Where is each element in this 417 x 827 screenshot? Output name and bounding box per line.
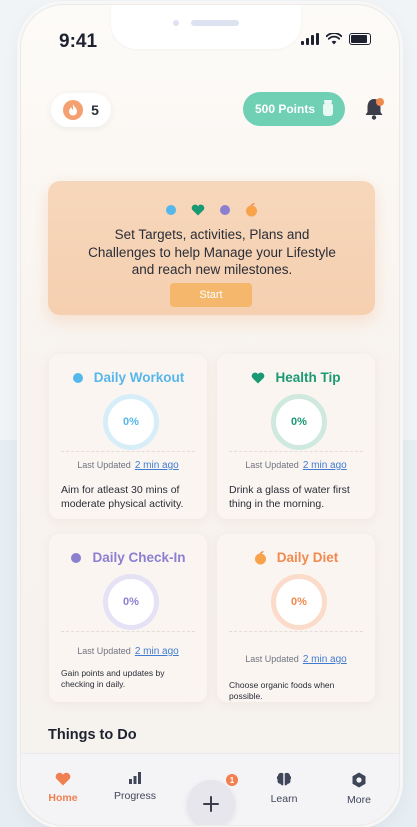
heart-icon [252, 372, 265, 383]
daily-workout-card[interactable]: Daily Workout 0% Last Updated 2 min ago A… [49, 354, 207, 519]
last-updated-link[interactable]: 2 min ago [303, 654, 347, 665]
lifestyle-banner: Set Targets, activities, Plans and Chall… [48, 181, 375, 315]
points-label: 500 Points [254, 102, 316, 116]
apple-icon [246, 203, 257, 217]
card-divider [229, 631, 363, 632]
banner-icon-row [165, 203, 258, 217]
heart-icon [191, 204, 205, 216]
notch-camera [173, 20, 179, 26]
drop-icon [72, 372, 83, 383]
card-title: Health Tip [275, 370, 341, 385]
status-icons [301, 33, 371, 45]
last-updated-label: Last Updated [77, 460, 131, 470]
notch-speaker [191, 20, 239, 26]
progress-percent: 0% [123, 596, 139, 608]
progress-ring: 0% [103, 394, 159, 450]
card-description: Gain points and updates by checking in d… [61, 668, 165, 689]
status-time: 9:41 [59, 31, 98, 52]
banner-message: Set Targets, activities, Plans and Chall… [88, 227, 336, 277]
card-divider [61, 451, 195, 452]
health-tip-card[interactable]: Health Tip 0% Last Updated 2 min ago Drin… [217, 354, 375, 519]
home-heart-icon [55, 772, 71, 786]
last-updated-link[interactable]: 2 min ago [303, 460, 347, 471]
progress-ring: 0% [271, 394, 327, 450]
last-updated: Last Updated 2 min ago [217, 654, 375, 665]
plus-icon [203, 796, 219, 812]
daily-check-in-card[interactable]: Daily Check-In 0% Last Updated 2 min ago … [49, 534, 207, 702]
last-updated-link[interactable]: 2 min ago [135, 460, 179, 471]
last-updated-label: Last Updated [77, 646, 131, 656]
tab-home[interactable]: Home [33, 772, 93, 804]
progress-percent: 0% [291, 416, 307, 428]
drop-icon [166, 205, 176, 215]
tab-progress[interactable]: Progress [105, 772, 165, 802]
phone-notch [111, 5, 301, 49]
card-description: Choose organic foods when possible. [229, 680, 335, 701]
progress-percent: 0% [123, 416, 139, 428]
add-badge: 1 [226, 774, 238, 786]
signal-icon [301, 33, 319, 45]
last-updated: Last Updated 2 min ago [217, 460, 375, 471]
card-title: Daily Check-In [92, 550, 186, 565]
tab-home-label: Home [48, 792, 78, 804]
points-button[interactable]: 500 Points [243, 92, 345, 126]
streak-counter[interactable]: 5 [51, 93, 111, 127]
fire-icon [63, 100, 84, 120]
card-divider [61, 631, 195, 632]
gear-icon [352, 772, 366, 788]
progress-percent: 0% [291, 596, 307, 608]
last-updated-link[interactable]: 2 min ago [135, 646, 179, 657]
last-updated: Last Updated 2 min ago [49, 646, 207, 657]
battery-icon [349, 33, 371, 45]
tab-learn[interactable]: Learn [254, 772, 314, 805]
card-divider [229, 451, 363, 452]
card-title: Daily Diet [276, 550, 339, 565]
bell-icon[interactable] [363, 97, 385, 121]
progress-bars-icon [129, 772, 141, 784]
things-to-do-heading: Things to Do [48, 727, 137, 743]
pill-icon [71, 552, 82, 563]
tab-more[interactable]: More [329, 772, 389, 806]
progress-ring: 0% [271, 574, 327, 630]
last-updated-label: Last Updated [245, 460, 299, 470]
phone-frame: 9:41 5 500 Points Set Targets, activitie… [20, 4, 400, 826]
tab-more-label: More [347, 794, 371, 806]
card-title: Daily Workout [93, 370, 185, 385]
bottom-tab-bar: Home Progress 1 Learn More [21, 753, 399, 825]
add-button[interactable] [187, 780, 235, 825]
pill-icon [220, 205, 230, 215]
daily-diet-card[interactable]: Daily Diet 0% Last Updated 2 min ago Choo… [217, 534, 375, 702]
tab-progress-label: Progress [113, 790, 156, 802]
tab-learn-label: Learn [270, 793, 298, 805]
points-jar-icon [323, 99, 334, 116]
last-updated-label: Last Updated [245, 654, 299, 664]
start-button[interactable]: Start [170, 283, 252, 307]
progress-ring: 0% [103, 574, 159, 630]
brain-icon [276, 772, 292, 786]
wifi-icon [326, 33, 342, 45]
card-description: Aim for atleast 30 mins of moderate phys… [61, 484, 184, 510]
apple-icon [254, 550, 266, 564]
streak-count: 5 [91, 102, 99, 118]
last-updated: Last Updated 2 min ago [49, 460, 207, 471]
card-description: Drink a glass of water first thing in th… [229, 484, 350, 510]
